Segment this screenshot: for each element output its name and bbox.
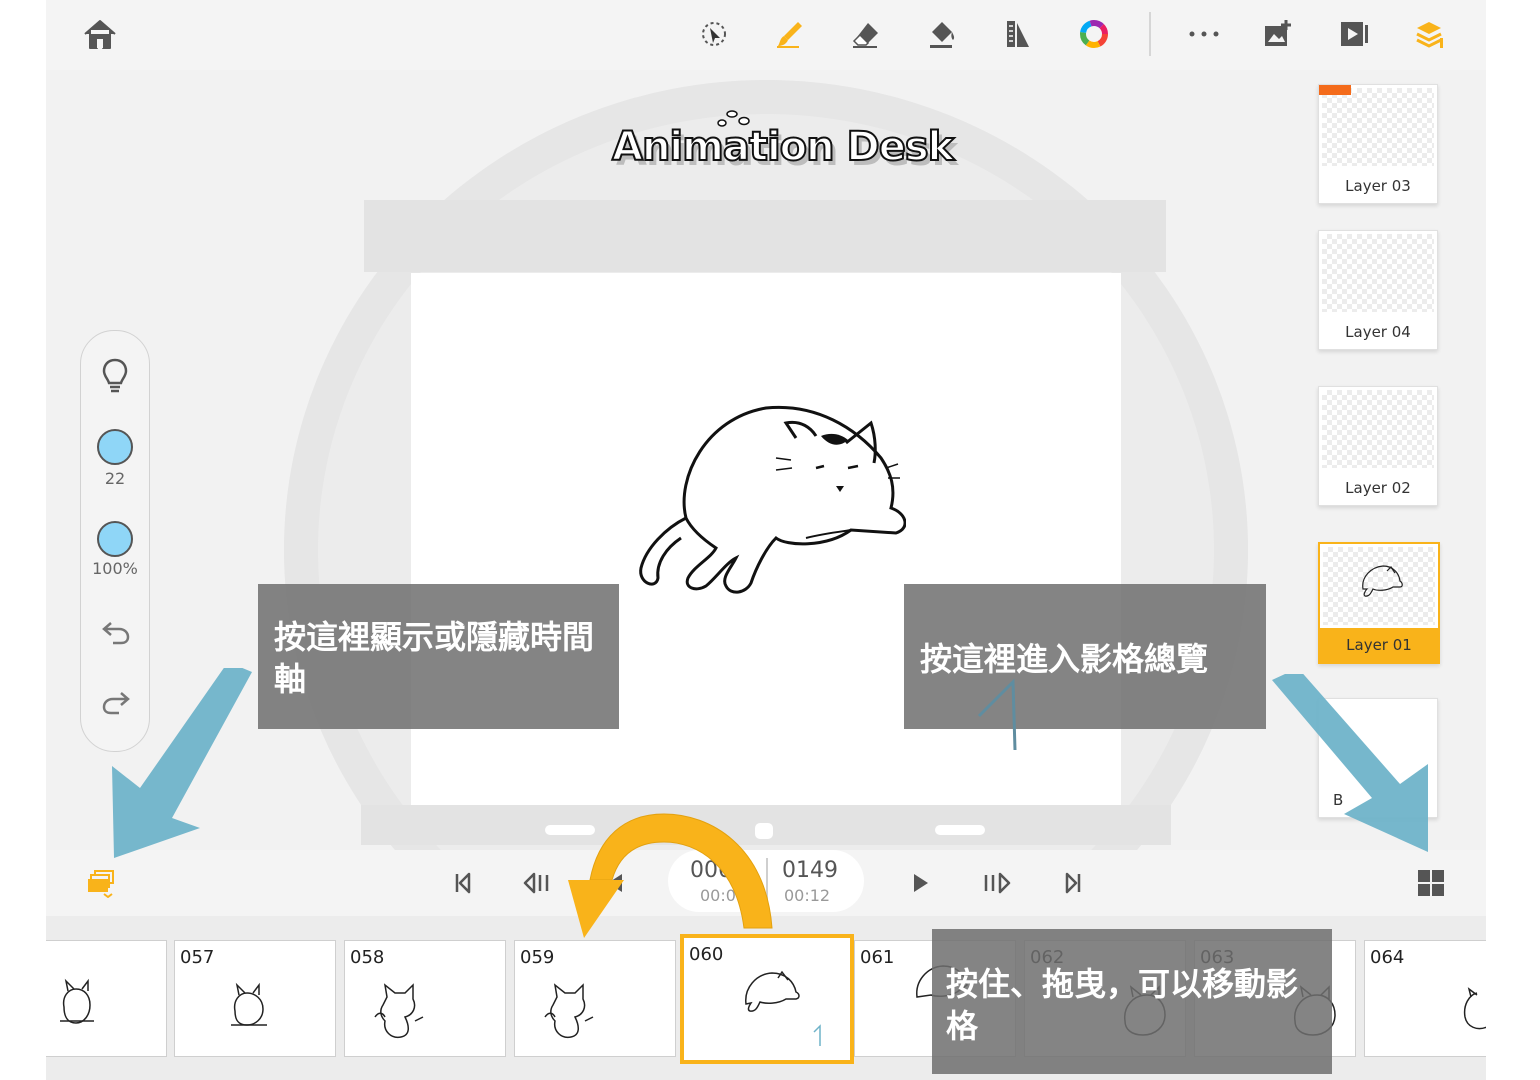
last-frame-icon[interactable]: [1056, 866, 1090, 900]
lightbulb-icon[interactable]: [101, 357, 129, 397]
layer-item[interactable]: Layer 03: [1318, 84, 1438, 204]
layer-item[interactable]: Layer 02: [1318, 386, 1438, 506]
annotation-frame-overview: 按這裡進入影格總覽: [904, 584, 1266, 729]
arrow-to-timeline-toggle-icon: [112, 668, 252, 858]
opacity-swatch[interactable]: [97, 521, 133, 557]
brush-size-swatch[interactable]: [97, 429, 133, 465]
timeline-frame[interactable]: [46, 940, 167, 1057]
first-frame-icon[interactable]: [446, 866, 480, 900]
timeline-frame[interactable]: 059: [514, 940, 676, 1057]
frame-overview-icon[interactable]: [1414, 866, 1448, 900]
frame-mark: [813, 1024, 821, 1046]
pro-badge: [1319, 85, 1351, 95]
more-icon[interactable]: [1184, 14, 1224, 54]
screen-header: [364, 200, 1166, 272]
frame-number: 064: [1370, 947, 1405, 968]
frame-thumbnail: [544, 983, 594, 1039]
layer-label: Layer 03: [1345, 177, 1411, 195]
frame-thumbnail: [231, 982, 267, 1026]
timeline-toggle-icon[interactable]: [84, 866, 118, 900]
paint-bucket-icon[interactable]: [922, 14, 962, 54]
ruler-icon[interactable]: [998, 14, 1038, 54]
timeline-frame[interactable]: 058: [344, 940, 506, 1057]
layer-thumbnail: [1322, 88, 1434, 166]
frame-thumbnail: [1463, 987, 1486, 1030]
layer-thumbnail: [1322, 390, 1434, 468]
play-preview-icon[interactable]: [1334, 14, 1374, 54]
frame-number: 060: [689, 944, 724, 965]
timeline-frame-current[interactable]: 060: [680, 934, 854, 1064]
layer-thumbnail: [1322, 234, 1434, 312]
timeline-frame[interactable]: 057: [174, 940, 336, 1057]
curved-move-arrow-icon: [568, 813, 773, 938]
cat-drawing: [639, 405, 906, 594]
annotation-drag-frames: 按住、拖曳，可以移動影格: [932, 929, 1332, 1074]
brush-icon[interactable]: [770, 14, 810, 54]
handwritten-mark: [977, 678, 1017, 751]
previous-frame-icon[interactable]: [520, 866, 554, 900]
layer-label: Layer 04: [1345, 323, 1411, 341]
layer-label: Layer 02: [1345, 479, 1411, 497]
lasso-select-icon[interactable]: [694, 14, 734, 54]
brush-size-value: 22: [104, 469, 126, 488]
eraser-icon[interactable]: [846, 14, 886, 54]
toolbar-divider: [1149, 12, 1151, 56]
layer-item-active[interactable]: Layer 01: [1318, 542, 1440, 664]
layers-icon[interactable]: [1410, 14, 1450, 54]
home-icon[interactable]: [80, 14, 120, 54]
total-time: 00:12: [784, 886, 831, 905]
total-frames: 0149: [782, 858, 838, 883]
undo-icon[interactable]: [101, 619, 131, 649]
next-frame-icon[interactable]: [980, 866, 1014, 900]
timeline-frame[interactable]: 064: [1364, 940, 1486, 1057]
arrow-to-frame-overview-icon: [1272, 674, 1428, 852]
frame-number: 057: [180, 947, 215, 968]
app-logo: Animation Desk: [611, 123, 955, 171]
frame-number: 061: [860, 947, 895, 968]
frame-number: 058: [350, 947, 385, 968]
layer-label: Layer 01: [1320, 628, 1438, 662]
annotation-timeline-toggle: 按這裡顯示或隱藏時間軸: [258, 584, 619, 729]
layer-item[interactable]: Layer 04: [1318, 230, 1438, 350]
play-icon[interactable]: [904, 866, 938, 900]
frame-number: 059: [520, 947, 555, 968]
frame-thumbnail: [745, 970, 800, 1012]
color-wheel-icon[interactable]: [1074, 14, 1114, 54]
top-toolbar: [46, 0, 1486, 70]
frame-thumbnail: [374, 983, 424, 1039]
layer-thumbnail: [1323, 547, 1435, 625]
logo-bubbles: [716, 110, 756, 134]
add-image-icon[interactable]: [1258, 14, 1298, 54]
opacity-value: 100%: [92, 559, 138, 578]
frame-thumbnail: [60, 978, 94, 1024]
footer-pill-right: [935, 825, 985, 835]
